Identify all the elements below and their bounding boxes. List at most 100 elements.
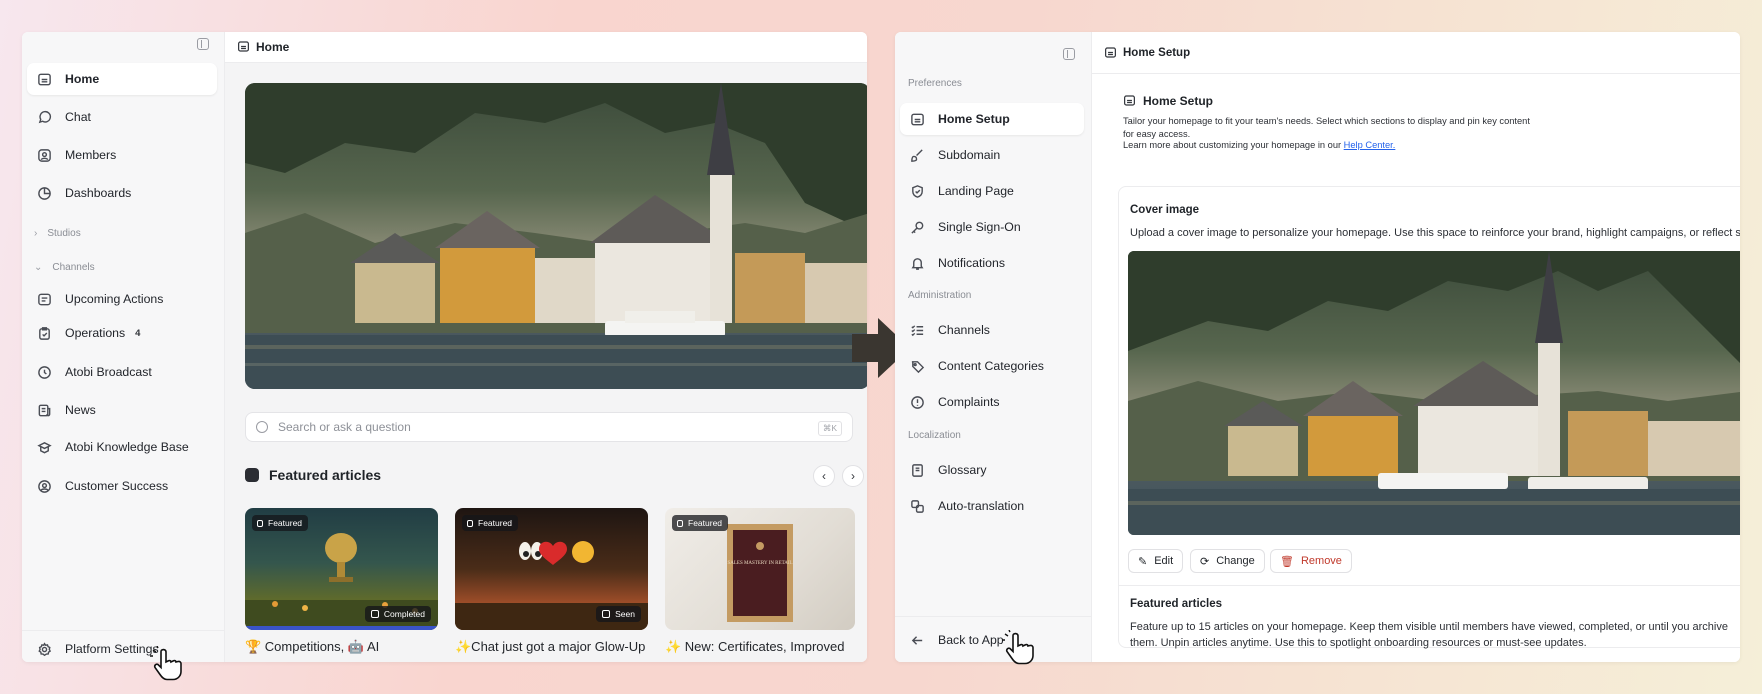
sidebar-item-upcoming-actions[interactable]: Upcoming Actions — [27, 283, 163, 315]
page-header: Home — [225, 32, 867, 63]
featured-articles-heading: Featured articles — [245, 467, 381, 483]
sidebar-item-label: Channels — [938, 323, 990, 337]
sidebar-item-channels[interactable]: Channels — [900, 314, 990, 346]
alert-icon — [909, 394, 925, 410]
section-preferences: Preferences — [908, 78, 962, 89]
sidebar-divider — [22, 630, 224, 631]
settings-content: Home Setup Tailor your homepage to fit y… — [1092, 74, 1740, 662]
search-icon — [256, 421, 268, 433]
section-localization: Localization — [908, 430, 961, 441]
cover-image-section: Cover image Upload a cover image to pers… — [1118, 186, 1740, 649]
sidebar-item-glossary[interactable]: Glossary — [900, 454, 987, 486]
chevron-down-icon: ⌄ — [34, 262, 43, 273]
edit-button[interactable]: ✎ Edit — [1128, 549, 1184, 573]
sidebar-item-home[interactable]: Home — [27, 63, 217, 95]
members-icon — [36, 147, 52, 163]
main-sidebar: Home Chat Members Dashboards › Studios ⌄… — [22, 32, 225, 662]
article-title[interactable]: ✨ New: Certificates, Improved — [665, 639, 855, 655]
section-studios[interactable]: › Studios — [34, 228, 81, 239]
help-center-link[interactable]: Help Center. — [1344, 140, 1396, 150]
section-description: Upload a cover image to personalize your… — [1130, 227, 1740, 239]
pencil-icon: ✎ — [1138, 555, 1148, 568]
back-to-app-button[interactable]: Back to App — [900, 624, 1004, 656]
chevron-right-icon: › — [34, 228, 38, 239]
pin-icon — [467, 519, 473, 527]
sidebar-divider — [895, 616, 1091, 617]
article-card[interactable]: Featured Seen — [455, 508, 648, 630]
bell-icon — [909, 255, 925, 271]
sidebar-item-label: Notifications — [938, 256, 1005, 270]
sidebar-item-home-setup[interactable]: Home Setup — [900, 103, 1084, 135]
dashboard-icon — [36, 185, 52, 201]
sidebar-item-landing-page[interactable]: Landing Page — [900, 175, 1014, 207]
page-title: Home Setup — [1123, 94, 1213, 108]
collapse-sidebar-icon[interactable] — [197, 38, 209, 50]
remove-button[interactable]: 🗑 Remove — [1270, 549, 1352, 573]
sidebar-item-complaints[interactable]: Complaints — [900, 386, 1000, 418]
lakeside-village-image — [245, 83, 867, 389]
cover-image-preview — [1128, 251, 1740, 535]
keyboard-shortcut: ⌘K — [817, 421, 842, 436]
featured-articles-description: Feature up to 15 articles on your homepa… — [1130, 621, 1728, 649]
pointer-hand-icon — [150, 646, 182, 681]
section-title: Cover image — [1130, 204, 1200, 216]
cover-image — [245, 83, 867, 389]
sidebar-item-label: Atobi Broadcast — [65, 365, 152, 379]
sidebar-item-single-sign-on[interactable]: Single Sign-On — [900, 211, 1021, 243]
sidebar-item-notifications[interactable]: Notifications — [900, 247, 1005, 279]
checklist-icon — [36, 291, 52, 307]
book-icon — [909, 462, 925, 478]
change-button[interactable]: ⟳ Change — [1190, 549, 1265, 573]
platform-settings-button[interactable]: Platform Settings — [27, 633, 159, 662]
check-icon — [370, 610, 379, 618]
section-channels[interactable]: ⌄ Channels — [34, 262, 95, 273]
sidebar-item-label: Back to App — [938, 633, 1004, 647]
sidebar-item-subdomain[interactable]: Subdomain — [900, 139, 1000, 171]
article-title[interactable]: ✨Chat just got a major Glow-Up — [455, 639, 648, 655]
poster-text: SALES MASTERY IN RETAIL — [727, 561, 792, 566]
sidebar-item-label: Glossary — [938, 463, 987, 477]
search-input[interactable]: Search or ask a question ⌘K — [245, 412, 853, 442]
section-administration: Administration — [908, 290, 972, 301]
sidebar-item-atobi-knowledge-base[interactable]: Atobi Knowledge Base — [27, 431, 189, 463]
home-icon — [1123, 94, 1137, 108]
sidebar-item-label: Landing Page — [938, 184, 1014, 198]
chat-icon — [36, 109, 52, 125]
help-text: Learn more about customizing your homepa… — [1123, 140, 1396, 150]
page-header: Home Setup — [1092, 32, 1740, 74]
clipboard-icon — [36, 325, 52, 341]
pin-icon — [677, 519, 683, 527]
chevron-right-icon: › — [851, 469, 855, 483]
sidebar-item-customer-success[interactable]: Customer Success — [27, 470, 168, 502]
sidebar-item-label: Auto-translation — [938, 499, 1025, 513]
app-window-home: Home Chat Members Dashboards › Studios ⌄… — [22, 32, 867, 662]
article-card[interactable]: SALES MASTERY IN RETAIL Featured — [665, 508, 855, 630]
sidebar-item-news[interactable]: News — [27, 394, 96, 426]
sidebar-item-label: Complaints — [938, 395, 1000, 409]
sidebar-item-atobi-broadcast[interactable]: Atobi Broadcast — [27, 356, 152, 388]
sidebar-item-operations[interactable]: Operations 4 — [27, 317, 140, 349]
checklist-icon — [909, 322, 925, 338]
previous-button[interactable]: ‹ — [813, 465, 835, 487]
settings-main: Home Setup Home Setup Tailor your homepa… — [1092, 32, 1740, 662]
sidebar-item-dashboards[interactable]: Dashboards — [27, 177, 131, 209]
status-badge: Completed — [364, 606, 431, 622]
sidebar-item-label: News — [65, 403, 96, 417]
article-card[interactable]: Featured Completed — [245, 508, 438, 630]
gear-icon — [36, 641, 52, 657]
chevron-left-icon: ‹ — [822, 469, 826, 483]
sidebar-item-label: Subdomain — [938, 148, 1001, 162]
sidebar-item-auto-translation[interactable]: Auto-translation — [900, 490, 1024, 522]
breadcrumb: Home Setup — [1123, 46, 1191, 59]
sidebar-item-content-categories[interactable]: Content Categories — [900, 350, 1044, 382]
collapse-sidebar-icon[interactable] — [1063, 48, 1075, 60]
next-button[interactable]: › — [842, 465, 864, 487]
sidebar-item-label: Home Setup — [938, 112, 1010, 126]
article-title[interactable]: 🏆 Competitions, 🤖 AI — [245, 639, 438, 655]
pointer-hand-icon — [1002, 630, 1034, 665]
sidebar-item-chat[interactable]: Chat — [27, 101, 91, 133]
brush-icon — [909, 147, 925, 163]
sidebar-item-label: Content Categories — [938, 359, 1044, 373]
pin-icon — [257, 519, 263, 527]
sidebar-item-members[interactable]: Members — [27, 139, 116, 171]
